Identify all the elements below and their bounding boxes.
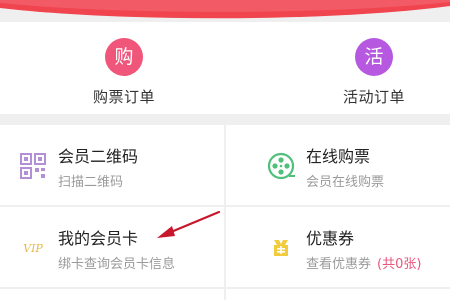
- coupons-count: (共0张): [377, 257, 422, 272]
- ticket-orders-button[interactable]: 购 购票订单: [44, 38, 204, 107]
- film-reel-icon: [266, 151, 296, 181]
- member-qr-code-item[interactable]: 会员二维码 扫描二维码: [0, 125, 224, 205]
- member-qr-code-title: 会员二维码: [58, 147, 139, 166]
- coupons-title: 优惠券: [306, 229, 355, 248]
- coupons-subtitle-text: 查看优惠券: [306, 257, 372, 272]
- coupons-item[interactable]: 优惠券 查看优惠券 (共0张): [226, 207, 450, 287]
- vip-card-icon-text: VIP: [23, 241, 43, 255]
- event-order-icon-text: 活: [364, 45, 384, 68]
- coupon-icon: [266, 233, 296, 263]
- partial-row-right: [226, 289, 450, 300]
- online-ticket-subtitle: 会员在线购票: [306, 175, 385, 190]
- vip-card-icon: VIP: [18, 233, 48, 263]
- my-member-card-title: 我的会员卡: [58, 229, 139, 248]
- online-ticket-item[interactable]: 在线购票 会员在线购票: [226, 125, 450, 205]
- ticket-order-icon-text: 购: [114, 45, 134, 68]
- member-menu-grid: 会员二维码 扫描二维码 在线购票 会员在线购票 VIP 我的会员卡 绑卡查询会员…: [0, 125, 450, 300]
- event-order-icon: 活: [355, 38, 393, 76]
- my-member-card-item[interactable]: VIP 我的会员卡 绑卡查询会员卡信息: [0, 207, 224, 287]
- qr-code-icon: [18, 151, 48, 181]
- coupons-subtitle: 查看优惠券 (共0张): [306, 253, 421, 272]
- orders-section: 购 购票订单 活 活动订单: [0, 22, 450, 114]
- my-member-card-subtitle: 绑卡查询会员卡信息: [58, 257, 176, 272]
- ticket-order-icon: 购: [105, 38, 143, 76]
- online-ticket-title: 在线购票: [306, 147, 371, 166]
- event-orders-label: 活动订单: [342, 88, 405, 106]
- top-banner: [0, 0, 450, 22]
- partial-row-left: [0, 289, 224, 300]
- event-orders-button[interactable]: 活 活动订单: [294, 38, 450, 107]
- ticket-orders-label: 购票订单: [92, 88, 155, 106]
- member-qr-code-subtitle: 扫描二维码: [58, 175, 124, 190]
